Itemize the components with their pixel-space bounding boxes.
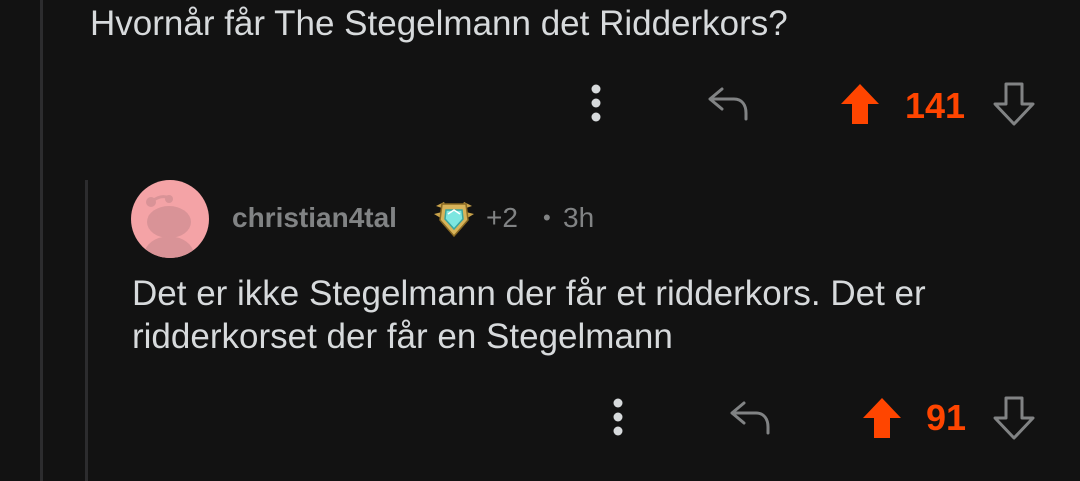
downvote-arrow-icon	[993, 82, 1035, 126]
parent-upvote-button[interactable]	[836, 80, 884, 128]
reply-arrow-icon	[708, 87, 748, 121]
username-link[interactable]: christian4tal	[232, 200, 397, 236]
reply-comment-body: Det er ikke Stegelmann der får et ridder…	[132, 272, 1052, 358]
parent-reply-button[interactable]	[702, 82, 754, 124]
meta-separator: •	[543, 205, 551, 230]
user-avatar[interactable]	[131, 180, 209, 258]
award-badge[interactable]	[432, 196, 476, 240]
reply-arrow-icon	[730, 401, 770, 435]
more-vertical-icon	[591, 84, 601, 122]
reply-upvote-button[interactable]	[858, 394, 906, 442]
upvote-arrow-icon	[863, 398, 901, 438]
parent-thread-line[interactable]	[40, 0, 43, 481]
more-vertical-icon	[613, 398, 623, 436]
award-count: +2	[486, 202, 518, 233]
reply-more-button[interactable]	[602, 396, 634, 438]
gold-award-icon	[434, 202, 474, 238]
parent-downvote-button[interactable]	[990, 80, 1038, 128]
reply-thread-line[interactable]	[85, 180, 88, 481]
downvote-arrow-icon	[993, 396, 1035, 440]
upvote-arrow-icon	[841, 84, 879, 124]
parent-comment-body: Hvornår får The Stegelmann det Ridderkor…	[90, 4, 788, 43]
reply-body-line: Det er ikke Stegelmann der får et ridder…	[132, 274, 926, 313]
timestamp: 3h	[563, 202, 595, 233]
snoo-avatar-icon	[143, 195, 195, 258]
parent-more-button[interactable]	[580, 82, 612, 124]
reply-reply-button[interactable]	[724, 396, 776, 438]
reply-body-line: ridderkorset der får en Stegelmann	[132, 317, 673, 356]
reply-downvote-button[interactable]	[990, 394, 1038, 442]
reply-vote-count: 91	[926, 397, 967, 438]
parent-vote-count: 141	[905, 85, 966, 126]
